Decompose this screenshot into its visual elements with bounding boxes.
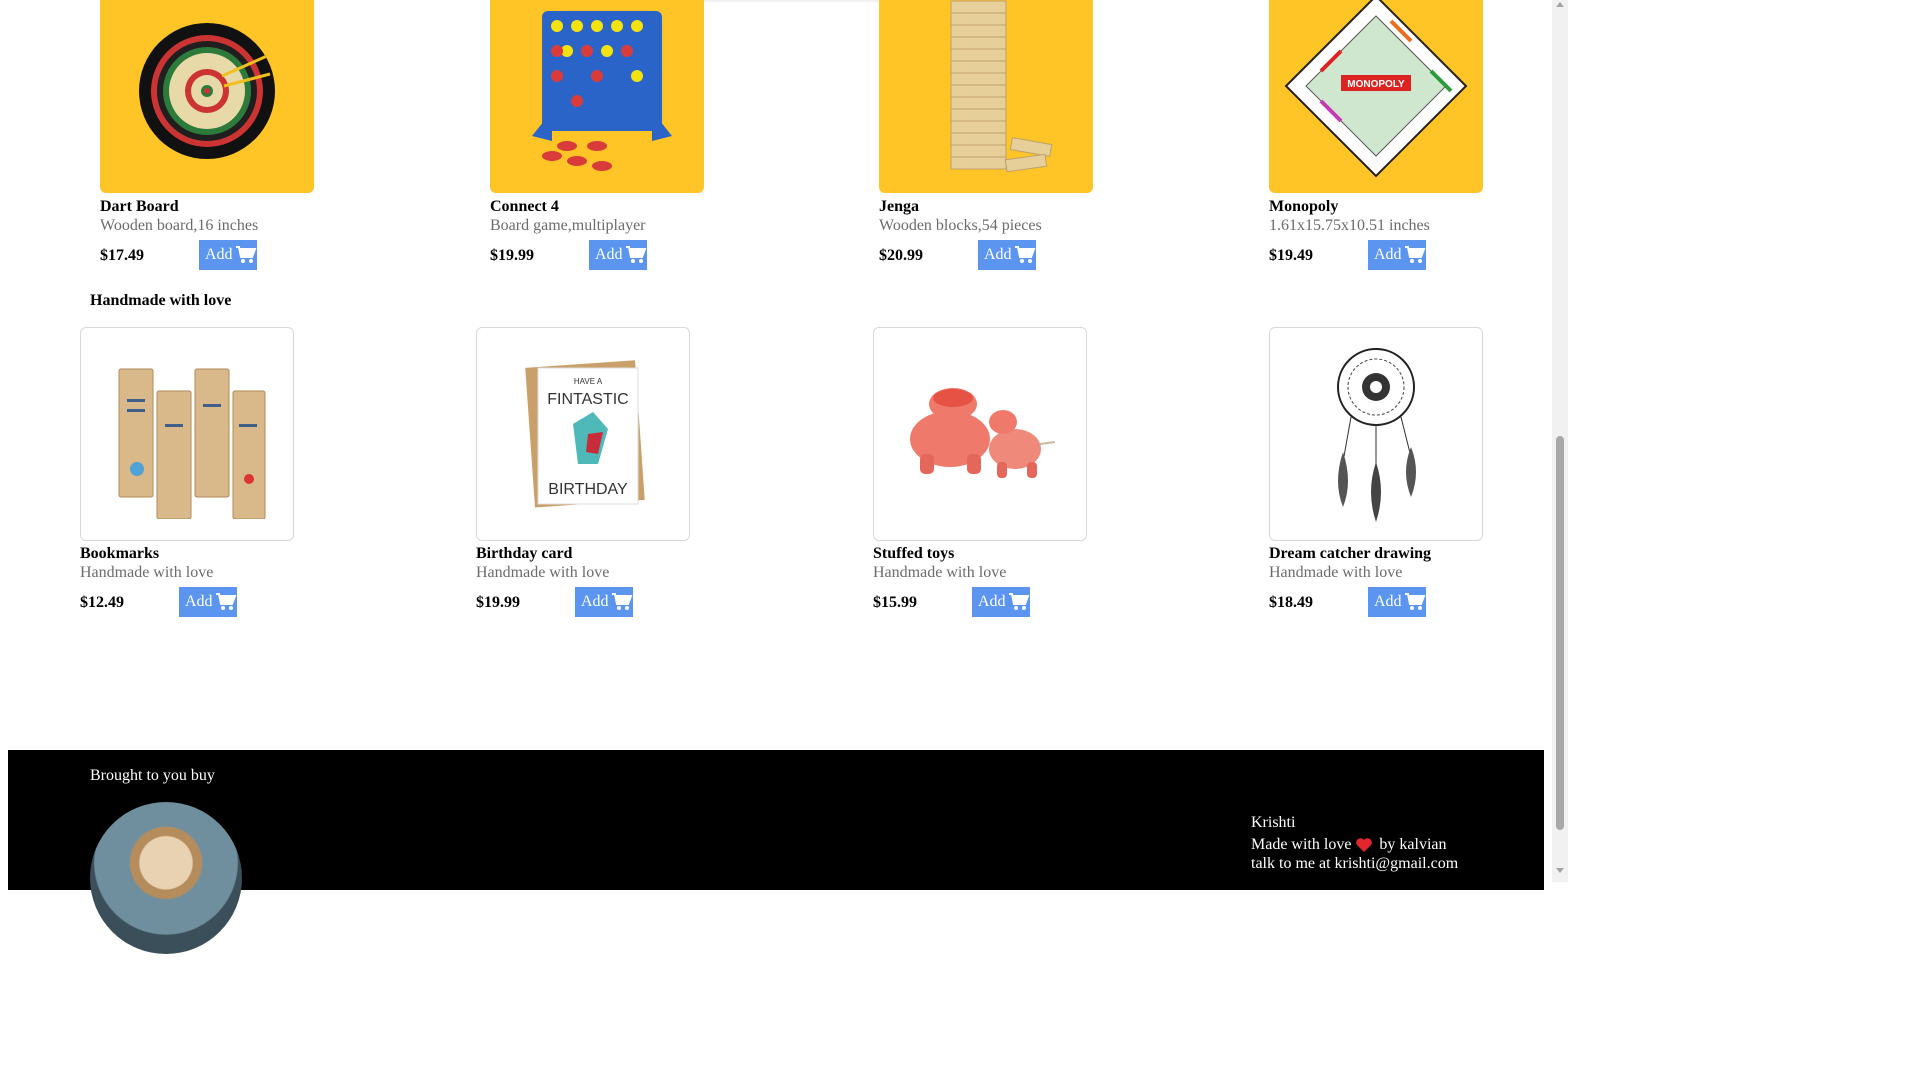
add-to-cart-button[interactable]: Add — [179, 587, 237, 617]
made-prefix: Made with love — [1251, 836, 1352, 853]
cart-icon — [1014, 246, 1036, 263]
product-price: $19.99 — [476, 594, 520, 611]
heart-icon — [1356, 838, 1373, 852]
vertical-scrollbar[interactable] — [1552, 0, 1568, 882]
card-text-line-3: BIRTHDAY — [548, 481, 628, 498]
footer-brought-text: Brought to you buy — [90, 767, 215, 784]
scroll-down-arrow-icon[interactable] — [1556, 868, 1564, 873]
monopoly-image: MONOPOLY — [1269, 0, 1483, 193]
page: Dart Board Wooden board,16 inches $17.49… — [0, 0, 1552, 954]
add-label: Add — [1374, 593, 1402, 610]
add-to-cart-button[interactable]: Add — [575, 587, 633, 617]
add-to-cart-button[interactable]: Add — [589, 240, 647, 270]
dartboard-image — [100, 0, 314, 193]
product-title: Stuffed toys — [873, 545, 955, 562]
product-subtitle: Handmade with love — [873, 564, 1007, 581]
cart-icon — [215, 593, 237, 610]
connect4-image — [490, 0, 704, 193]
cart-icon — [1404, 593, 1426, 610]
product-title: Monopoly — [1269, 198, 1339, 215]
cart-icon — [235, 246, 257, 263]
card-text-line-1: HAVE A — [574, 377, 603, 386]
footer-contact: talk to me at krishti@gmail.com — [1251, 855, 1459, 872]
avatar — [90, 802, 242, 954]
add-label: Add — [1374, 246, 1402, 263]
product-title: Jenga — [879, 198, 919, 215]
add-label: Add — [978, 593, 1006, 610]
cart-icon — [1404, 246, 1426, 263]
product-price: $20.99 — [879, 247, 923, 264]
made-suffix: by kalvian — [1379, 836, 1447, 853]
product-subtitle: Wooden board,16 inches — [100, 217, 259, 234]
product-subtitle: Board game,multiplayer — [490, 217, 646, 234]
product-price: $12.49 — [80, 594, 124, 611]
footer-name: Krishti — [1251, 814, 1296, 831]
scroll-up-arrow-icon[interactable] — [1556, 2, 1564, 7]
product-price: $19.99 — [490, 247, 534, 264]
cart-icon — [611, 593, 633, 610]
add-label: Add — [581, 593, 609, 610]
product-subtitle: 1.61x15.75x10.51 inches — [1269, 217, 1430, 234]
product-subtitle: Handmade with love — [1269, 564, 1403, 581]
product-title: Birthday card — [476, 545, 573, 562]
jenga-image — [879, 0, 1093, 193]
dropdown-shadow — [680, 0, 900, 3]
product-price: $19.49 — [1269, 247, 1313, 264]
monopoly-logo-text: MONOPOLY — [1347, 79, 1405, 90]
section-title-handmade: Handmade with love — [90, 292, 232, 309]
add-label: Add — [595, 246, 623, 263]
product-subtitle: Wooden blocks,54 pieces — [879, 217, 1042, 234]
cart-icon — [625, 246, 647, 263]
product-subtitle: Handmade with love — [80, 564, 214, 581]
product-title: Dream catcher drawing — [1269, 545, 1432, 562]
add-to-cart-button[interactable]: Add — [1368, 240, 1426, 270]
product-price: $15.99 — [873, 594, 917, 611]
footer-made-with-love: Made with love by kalvian — [1251, 836, 1447, 854]
product-title: Bookmarks — [80, 545, 160, 562]
product-price: $17.49 — [100, 247, 144, 264]
product-title: Connect 4 — [490, 198, 559, 215]
scroll-thumb[interactable] — [1556, 436, 1564, 830]
product-price: $18.49 — [1269, 594, 1313, 611]
card-text-line-2: FINTASTIC — [547, 391, 628, 408]
cart-icon — [1008, 593, 1030, 610]
product-subtitle: Handmade with love — [476, 564, 610, 581]
product-title: Dart Board — [100, 198, 179, 215]
birthday-card-image: HAVE A FINTASTIC BIRTHDAY — [476, 327, 690, 541]
stuffed-toys-image — [873, 327, 1087, 541]
dreamcatcher-image — [1269, 327, 1483, 541]
add-to-cart-button[interactable]: Add — [199, 240, 257, 270]
add-to-cart-button[interactable]: Add — [1368, 587, 1426, 617]
add-label: Add — [984, 246, 1012, 263]
add-label: Add — [205, 246, 233, 263]
add-to-cart-button[interactable]: Add — [972, 587, 1030, 617]
bookmarks-image — [80, 327, 294, 541]
add-label: Add — [185, 593, 213, 610]
add-to-cart-button[interactable]: Add — [978, 240, 1036, 270]
footer: Brought to you buy Krishti Made with lov… — [8, 750, 1544, 954]
